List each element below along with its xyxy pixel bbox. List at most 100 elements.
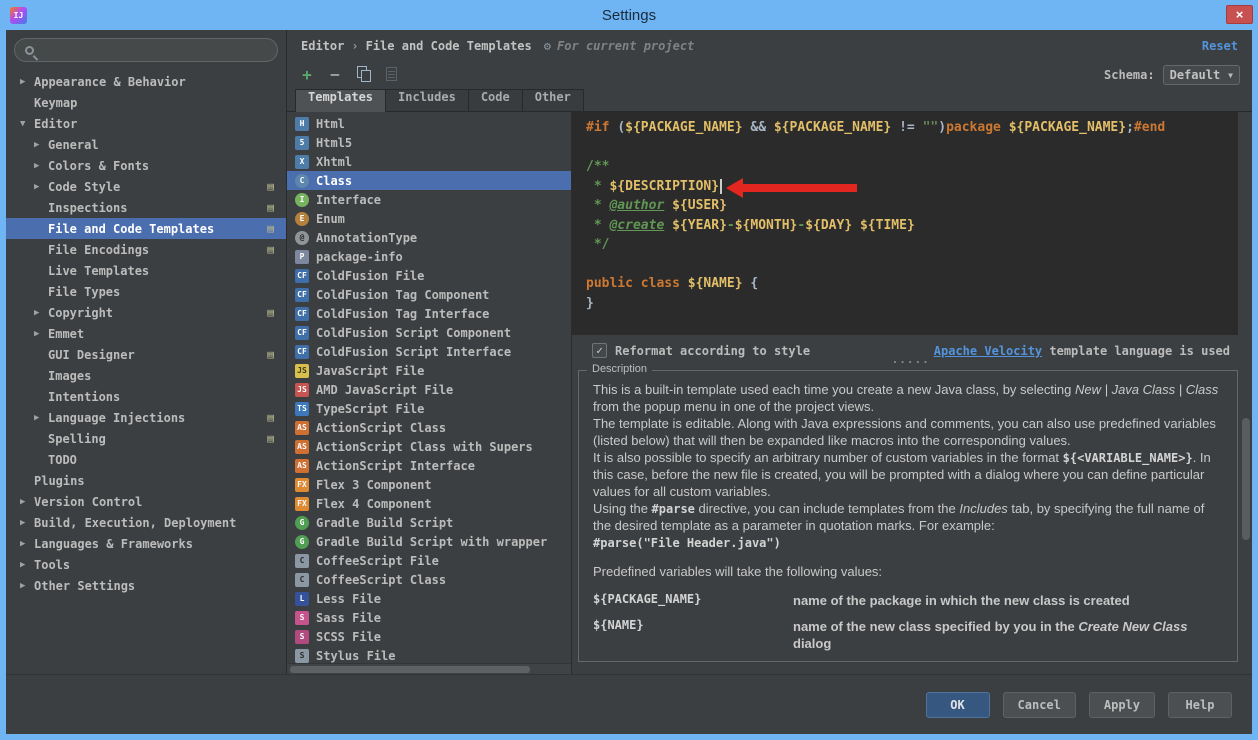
sidebar-item-emmet[interactable]: ▶Emmet bbox=[6, 323, 286, 344]
reset-link[interactable]: Reset bbox=[1202, 39, 1238, 53]
sidebar-item-build-execution-deployment[interactable]: ▶Build, Execution, Deployment bbox=[6, 512, 286, 533]
sidebar-item-keymap[interactable]: Keymap bbox=[6, 92, 286, 113]
copy-template-icon[interactable] bbox=[355, 66, 371, 85]
sidebar-item-intentions[interactable]: Intentions bbox=[6, 386, 286, 407]
template-item-coffeescript-file[interactable]: CCoffeeScript File bbox=[287, 551, 571, 570]
horizontal-scrollbar-thumb[interactable] bbox=[290, 666, 530, 673]
tree-collapsed-arrow-icon[interactable]: ▶ bbox=[34, 140, 48, 150]
ts-file-icon: TS bbox=[295, 402, 309, 416]
sidebar-item-inspections[interactable]: Inspections▤ bbox=[6, 197, 286, 218]
sidebar-item-images[interactable]: Images bbox=[6, 365, 286, 386]
template-item-flex-4-component[interactable]: FXFlex 4 Component bbox=[287, 494, 571, 513]
reset-template-icon[interactable] bbox=[383, 66, 399, 85]
template-item-html[interactable]: HHtml bbox=[287, 114, 571, 133]
variable-description-text: Create New Class bbox=[1078, 619, 1187, 634]
add-template-icon[interactable]: + bbox=[299, 67, 315, 83]
template-item-coldfusion-tag-component[interactable]: CFColdFusion Tag Component bbox=[287, 285, 571, 304]
sidebar-item-other-settings[interactable]: ▶Other Settings bbox=[6, 575, 286, 596]
search-input[interactable] bbox=[41, 43, 267, 57]
template-item-label: AMD JavaScript File bbox=[316, 383, 453, 397]
tree-collapsed-arrow-icon[interactable]: ▶ bbox=[34, 161, 48, 171]
sidebar-item-languages-frameworks[interactable]: ▶Languages & Frameworks bbox=[6, 533, 286, 554]
sidebar-item-appearance-behavior[interactable]: ▶Appearance & Behavior bbox=[6, 71, 286, 92]
tree-collapsed-arrow-icon[interactable]: ▶ bbox=[34, 182, 48, 192]
template-item-amd-javascript-file[interactable]: JS AMD JavaScript File bbox=[287, 380, 571, 399]
ok-button[interactable]: OK bbox=[926, 692, 990, 718]
apply-button[interactable]: Apply bbox=[1089, 692, 1155, 718]
sidebar-item-gui-designer[interactable]: GUI Designer▤ bbox=[6, 344, 286, 365]
tree-collapsed-arrow-icon[interactable]: ▶ bbox=[20, 518, 34, 528]
sidebar-item-spelling[interactable]: Spelling▤ bbox=[6, 428, 286, 449]
template-item-typescript-file[interactable]: TSTypeScript File bbox=[287, 399, 571, 418]
template-item-interface[interactable]: IInterface bbox=[287, 190, 571, 209]
template-editor[interactable]: #if (${PACKAGE_NAME} && ${PACKAGE_NAME} … bbox=[572, 112, 1238, 335]
tree-collapsed-arrow-icon[interactable]: ▶ bbox=[34, 308, 48, 318]
template-item-class[interactable]: CClass bbox=[287, 171, 571, 190]
sidebar-item-copyright[interactable]: ▶Copyright▤ bbox=[6, 302, 286, 323]
schema-value: Default bbox=[1170, 68, 1221, 82]
template-item-flex-3-component[interactable]: FXFlex 3 Component bbox=[287, 475, 571, 494]
coffee-file-icon: C bbox=[295, 573, 309, 587]
tree-collapsed-arrow-icon[interactable]: ▶ bbox=[20, 560, 34, 570]
close-button[interactable]: × bbox=[1226, 5, 1253, 24]
tree-collapsed-arrow-icon[interactable]: ▶ bbox=[20, 539, 34, 549]
sidebar-item-editor[interactable]: ▼Editor bbox=[6, 113, 286, 134]
horizontal-scrollbar-track[interactable] bbox=[287, 663, 571, 674]
breadcrumb-editor[interactable]: Editor bbox=[301, 39, 344, 53]
sidebar-item-file-types[interactable]: File Types bbox=[6, 281, 286, 302]
vertical-scrollbar-thumb[interactable] bbox=[1242, 418, 1250, 540]
sidebar-item-tools[interactable]: ▶Tools bbox=[6, 554, 286, 575]
tab-includes[interactable]: Includes bbox=[386, 89, 469, 111]
template-item-html5[interactable]: 5Html5 bbox=[287, 133, 571, 152]
template-item-coldfusion-tag-interface[interactable]: CFColdFusion Tag Interface bbox=[287, 304, 571, 323]
apache-velocity-link[interactable]: Apache Velocity bbox=[934, 344, 1042, 358]
template-item-annotationtype[interactable]: @AnnotationType bbox=[287, 228, 571, 247]
class-file-icon: C bbox=[295, 174, 309, 188]
tree-collapsed-arrow-icon[interactable]: ▶ bbox=[20, 581, 34, 591]
sidebar-item-file-encodings[interactable]: File Encodings▤ bbox=[6, 239, 286, 260]
sass-file-icon: S bbox=[295, 611, 309, 625]
sidebar-item-live-templates[interactable]: Live Templates bbox=[6, 260, 286, 281]
tab-other[interactable]: Other bbox=[523, 89, 584, 111]
schema-dropdown[interactable]: Default ▼ bbox=[1163, 65, 1240, 85]
reformat-checkbox[interactable]: ✓ bbox=[592, 343, 607, 358]
remove-template-icon[interactable]: − bbox=[327, 67, 343, 83]
amd-file-icon: JS bbox=[295, 383, 309, 397]
tree-collapsed-arrow-icon[interactable]: ▶ bbox=[34, 329, 48, 339]
sidebar-item-code-style[interactable]: ▶Code Style▤ bbox=[6, 176, 286, 197]
tree-expanded-arrow-icon[interactable]: ▼ bbox=[20, 119, 34, 129]
sidebar-item-file-and-code-templates[interactable]: File and Code Templates▤ bbox=[6, 218, 286, 239]
sidebar-item-general[interactable]: ▶General bbox=[6, 134, 286, 155]
template-item-coffeescript-class[interactable]: CCoffeeScript Class bbox=[287, 570, 571, 589]
tree-collapsed-arrow-icon[interactable]: ▶ bbox=[20, 77, 34, 87]
search-box[interactable] bbox=[14, 38, 278, 62]
tab-templates[interactable]: Templates bbox=[295, 89, 386, 112]
splitter-grip-icon[interactable]: ····· bbox=[892, 356, 930, 369]
template-item-xhtml[interactable]: XXhtml bbox=[287, 152, 571, 171]
template-item-coldfusion-file[interactable]: CFColdFusion File bbox=[287, 266, 571, 285]
template-item-package-info[interactable]: Ppackage-info bbox=[287, 247, 571, 266]
help-button[interactable]: Help bbox=[1168, 692, 1232, 718]
template-item-gradle-build-script[interactable]: GGradle Build Script bbox=[287, 513, 571, 532]
sidebar-item-language-injections[interactable]: ▶Language Injections▤ bbox=[6, 407, 286, 428]
template-item-actionscript-interface[interactable]: ASActionScript Interface bbox=[287, 456, 571, 475]
template-item-coldfusion-script-interface[interactable]: CFColdFusion Script Interface bbox=[287, 342, 571, 361]
template-item-enum[interactable]: EEnum bbox=[287, 209, 571, 228]
template-item-javascript-file[interactable]: JSJavaScript File bbox=[287, 361, 571, 380]
sidebar-item-colors-fonts[interactable]: ▶Colors & Fonts bbox=[6, 155, 286, 176]
template-item-scss-file[interactable]: SSCSS File bbox=[287, 627, 571, 646]
sidebar-item-plugins[interactable]: Plugins bbox=[6, 470, 286, 491]
sidebar-item-version-control[interactable]: ▶Version Control bbox=[6, 491, 286, 512]
template-item-sass-file[interactable]: SSass File bbox=[287, 608, 571, 627]
template-item-coldfusion-script-component[interactable]: CFColdFusion Script Component bbox=[287, 323, 571, 342]
variable-description-text: name of the new class specified by you i… bbox=[793, 619, 1078, 634]
template-item-actionscript-class[interactable]: ASActionScript Class bbox=[287, 418, 571, 437]
tab-code[interactable]: Code bbox=[469, 89, 523, 111]
tree-collapsed-arrow-icon[interactable]: ▶ bbox=[34, 413, 48, 423]
tree-collapsed-arrow-icon[interactable]: ▶ bbox=[20, 497, 34, 507]
cancel-button[interactable]: Cancel bbox=[1003, 692, 1076, 718]
sidebar-item-todo[interactable]: TODO bbox=[6, 449, 286, 470]
template-item-gradle-build-script-with-wrapper[interactable]: GGradle Build Script with wrapper bbox=[287, 532, 571, 551]
template-item-less-file[interactable]: LLess File bbox=[287, 589, 571, 608]
template-item-actionscript-class-with-supers[interactable]: ASActionScript Class with Supers bbox=[287, 437, 571, 456]
